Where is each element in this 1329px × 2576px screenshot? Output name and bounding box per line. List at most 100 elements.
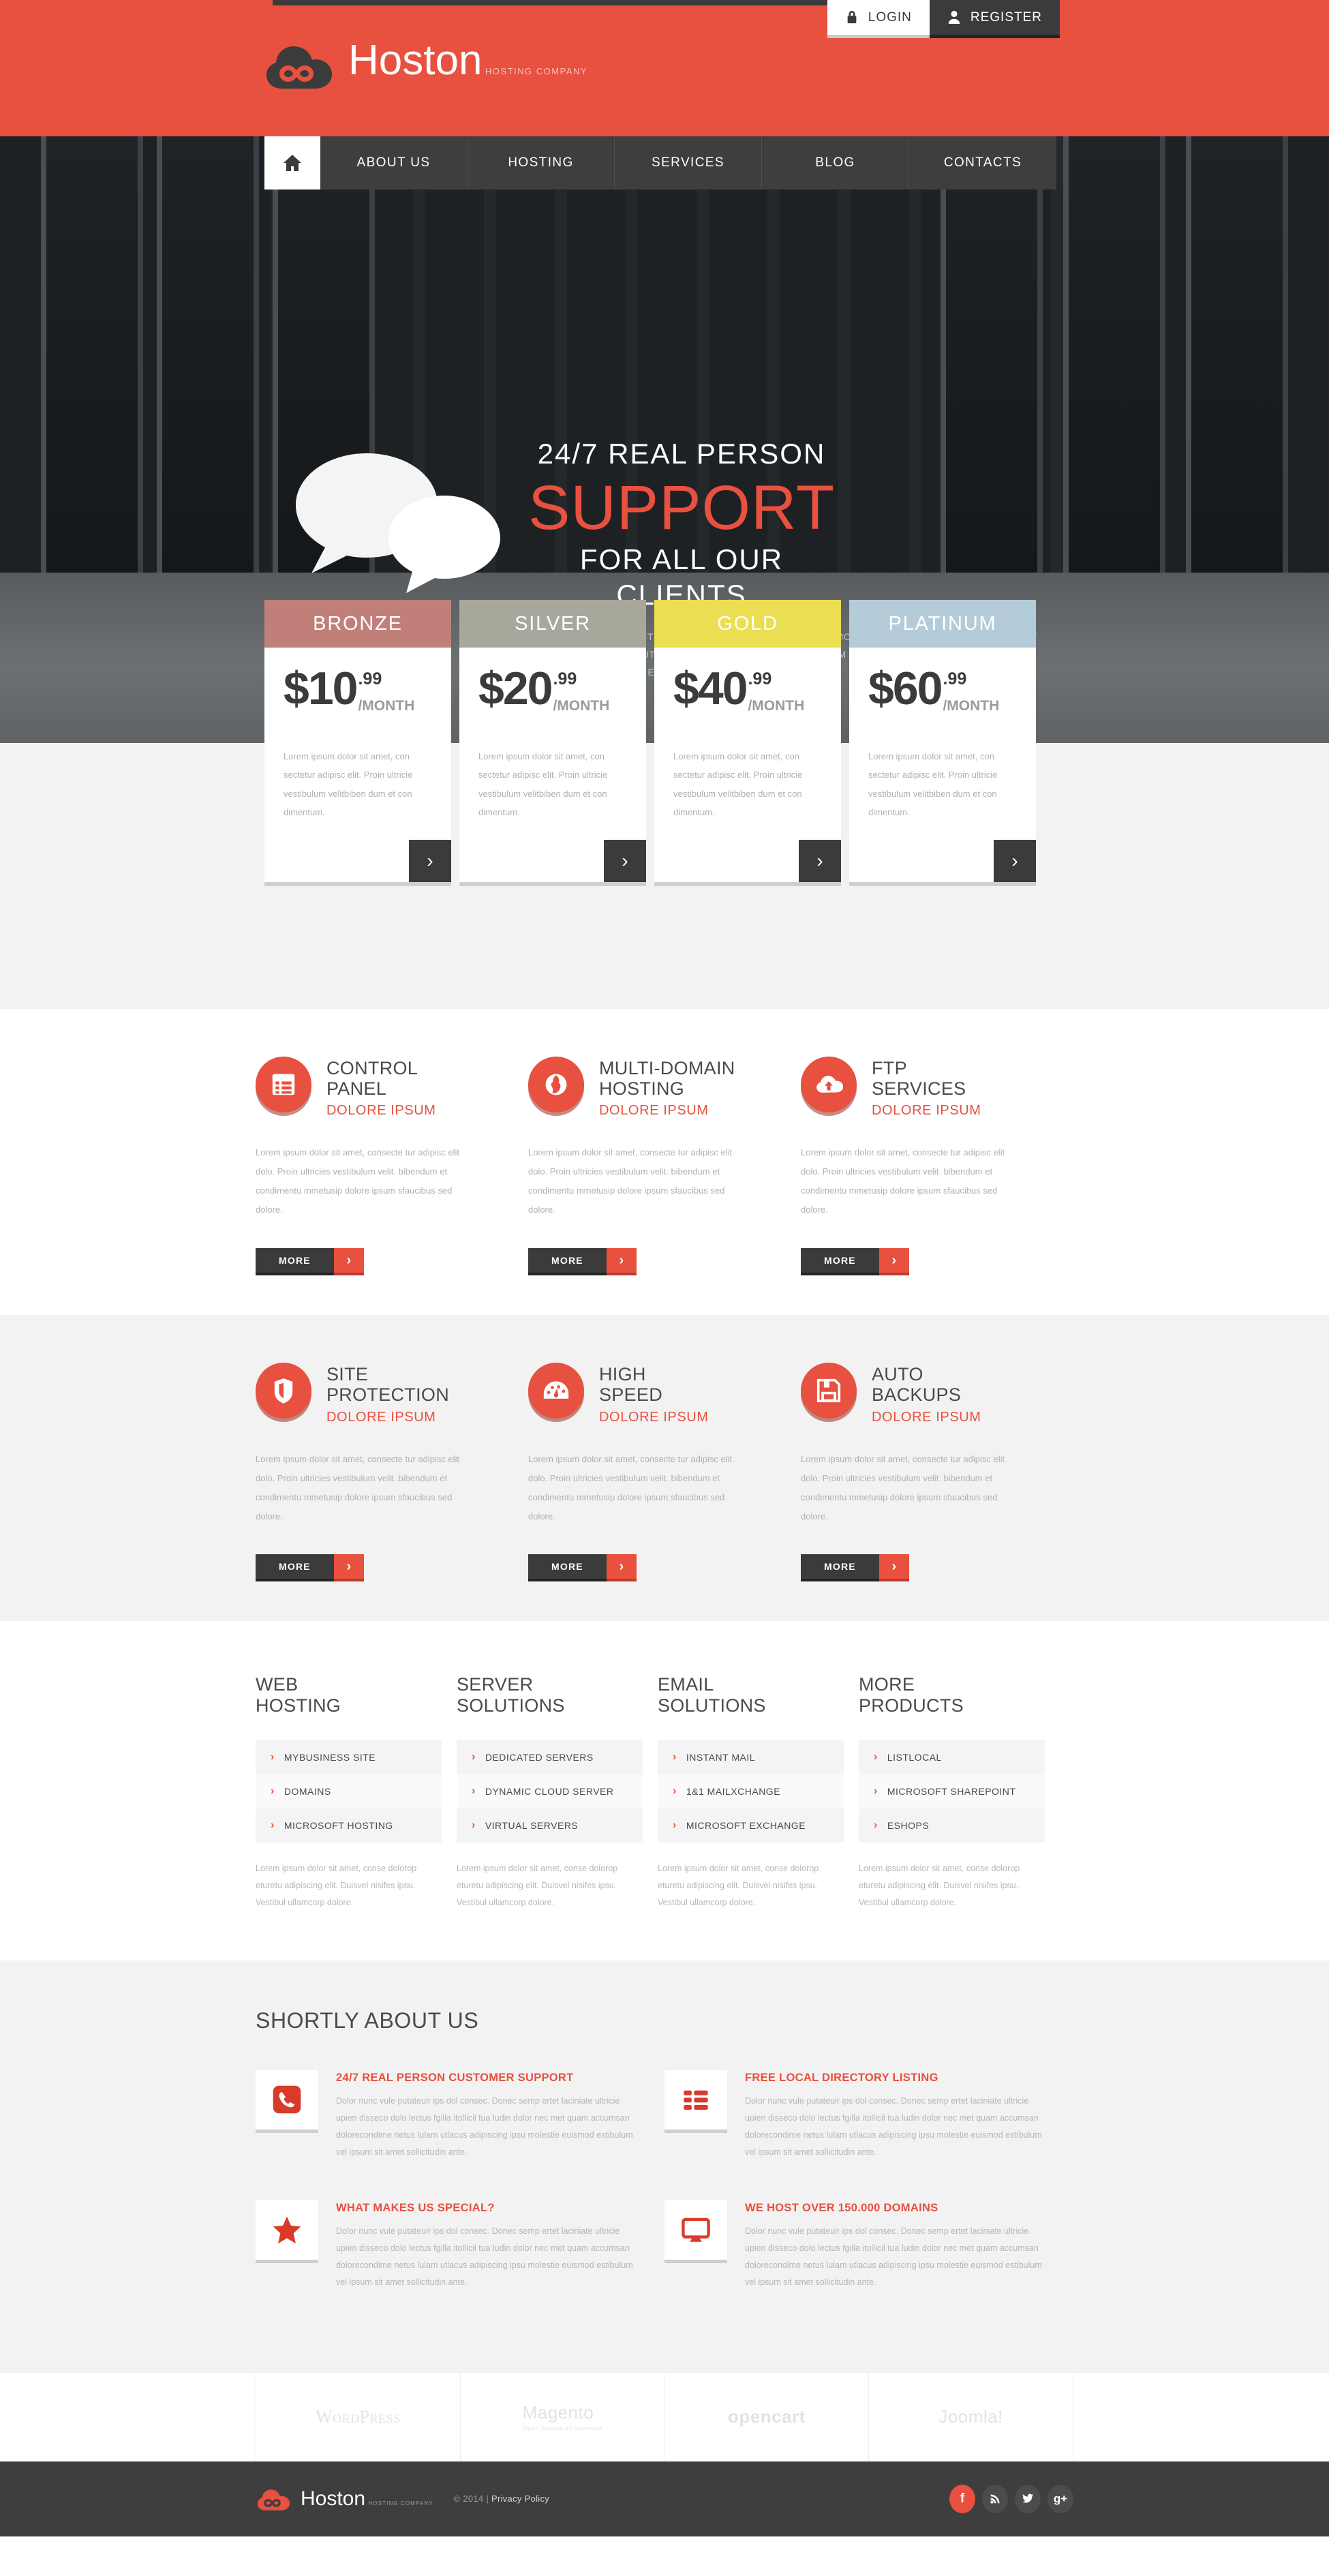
plan-details-button[interactable]: › (409, 840, 451, 882)
nav-label: HOSTING (508, 155, 574, 170)
register-button[interactable]: REGISTER (929, 0, 1060, 38)
link-list: › MYBUSINESS SITE › DOMAINS › MICROSOFT HOS… (256, 1740, 442, 1843)
link-list-item[interactable]: › VIRTUAL SERVERS (457, 1808, 643, 1843)
nav-label: ABOUT US (356, 155, 431, 170)
link-list-item[interactable]: › DEDICATED SERVERS (457, 1740, 643, 1774)
nav-item-about-us[interactable]: ABOUT US (320, 136, 468, 190)
privacy-policy-link[interactable]: Privacy Policy (491, 2494, 549, 2504)
column-text: Lorem ipsum dolor sit amet, conse doloro… (658, 1863, 819, 1907)
more-button[interactable]: MORE › (801, 1248, 909, 1276)
plan-details-button[interactable]: › (799, 840, 841, 882)
link-column-email-solutions: EMAIL SOLUTIONS › INSTANT MAIL › 1&1 MAILXC… (658, 1674, 844, 1911)
link-list-item[interactable]: › DYNAMIC CLOUD SERVER (457, 1774, 643, 1808)
link-column-server-solutions: SERVER SOLUTIONS › DEDICATED SERVERS › DYNA… (457, 1674, 643, 1911)
column-text: Lorem ipsum dolor sit amet, conse doloro… (859, 1863, 1020, 1907)
link-list-item[interactable]: › MYBUSINESS SITE (256, 1740, 442, 1774)
rss-icon[interactable] (982, 2484, 1008, 2513)
plan-price: $10 .99 /MONTH (284, 665, 432, 723)
about-band: SHORTLY ABOUT US 24/7 REAL PERSON CUSTOM… (0, 1960, 1329, 2373)
chevron-right-icon: › (816, 850, 823, 871)
chevron-right-icon: › (1011, 850, 1018, 871)
link-label: DEDICATED SERVERS (485, 1751, 594, 1763)
plan-price: $60 .99 /MONTH (868, 663, 1017, 723)
nav-item-blog[interactable]: BLOG (762, 136, 909, 190)
link-label: MICROSOFT EXCHANGE (686, 1819, 806, 1831)
about-text: Dolor nunc vule putateuir ips dol consec… (336, 2095, 633, 2157)
more-button[interactable]: MORE › (801, 1554, 909, 1582)
service-title-line1: HIGH (599, 1364, 646, 1385)
more-button[interactable]: MORE › (256, 1554, 364, 1582)
link-list-item[interactable]: › ESHOPS (859, 1808, 1045, 1843)
nav-item-home[interactable] (264, 136, 320, 190)
plan-cents: .99 (748, 669, 772, 688)
page-root: LOGIN REGISTER Hoston HOSTING COMPANY AB… (0, 0, 1329, 2536)
more-button[interactable]: MORE › (528, 1248, 637, 1276)
brand-text: Hoston HOSTING COMPANY (348, 40, 588, 82)
brand-tagline: HOSTING COMPANY (485, 66, 588, 76)
partner-magento[interactable]: Magento Open Source eCommerce (461, 2372, 665, 2461)
partners-band: WordPress Magento Open Source eCommerce … (0, 2372, 1329, 2461)
chevron-right-icon: › (271, 1785, 275, 1797)
service-subtitle: DOLORE IPSUM (872, 1103, 981, 1119)
plan-period: /MONTH (748, 698, 805, 714)
link-list-item[interactable]: › INSTANT MAIL (658, 1740, 844, 1774)
plan-body: $60 .99 /MONTH Lorem ipsum dolor sit ame… (849, 648, 1036, 886)
about-heading: FREE LOCAL DIRECTORY LISTING (745, 2071, 938, 2084)
footer-brand-tagline: HOSTING COMPANY (368, 2500, 433, 2506)
link-list-item[interactable]: › MICROSOFT EXCHANGE (658, 1808, 844, 1843)
plan-price: $20 .99 /MONTH (478, 665, 627, 723)
link-list-item[interactable]: › MICROSOFT SHAREPOINT (859, 1774, 1045, 1808)
plan-details-button[interactable]: › (604, 840, 646, 882)
column-title-line2: HOSTING (256, 1695, 341, 1716)
partner-opencart[interactable]: opencart (665, 2372, 870, 2461)
nav-item-hosting[interactable]: HOSTING (468, 136, 615, 190)
chevron-right-icon: › (673, 1819, 677, 1831)
footer-copyright: © 2014 | Privacy Policy (453, 2494, 550, 2504)
chevron-right-icon: › (606, 1554, 637, 1582)
chevron-right-icon: › (879, 1248, 909, 1276)
service-title-line2: HOSTING (599, 1078, 685, 1100)
twitter-icon[interactable] (1015, 2484, 1041, 2513)
facebook-icon[interactable]: f (949, 2484, 975, 2513)
about-item-customer-support: 24/7 REAL PERSON CUSTOMER SUPPORT Dolor … (256, 2070, 664, 2161)
link-list-item[interactable]: › 1&1 MAILXCHANGE (658, 1774, 844, 1808)
link-label: MICROSOFT SHAREPOINT (887, 1785, 1016, 1797)
brand-logo[interactable]: Hoston HOSTING COMPANY (262, 40, 587, 91)
services-row-2: SITE PROTECTION DOLORE IPSUM Lorem ipsum … (256, 1315, 1073, 1621)
chevron-right-icon: › (874, 1785, 878, 1797)
chevron-right-icon: › (271, 1751, 275, 1763)
nav-item-services[interactable]: SERVICES (615, 136, 762, 190)
about-text: Dolor nunc vule putateuir ips dol consec… (745, 2226, 1042, 2287)
login-button[interactable]: LOGIN (827, 0, 930, 38)
service-title-line1: AUTO (872, 1364, 923, 1385)
link-list-item[interactable]: › MICROSOFT HOSTING (256, 1808, 442, 1843)
server-rack (41, 136, 143, 573)
link-label: VIRTUAL SERVERS (485, 1819, 579, 1831)
about-heading: WE HOST OVER 150.000 DOMAINS (745, 2201, 938, 2214)
nav-item-contacts[interactable]: CONTACTS (909, 136, 1056, 190)
link-list: › INSTANT MAIL › 1&1 MAILXCHANGE › MICROSOF… (658, 1740, 844, 1843)
plan-period: /MONTH (943, 698, 1000, 714)
plan-description: Lorem ipsum dolor sit amet, con sectetur… (673, 751, 803, 817)
more-button[interactable]: MORE › (528, 1554, 637, 1582)
server-rack (157, 136, 259, 573)
link-list-item[interactable]: › DOMAINS (256, 1774, 442, 1808)
partner-wordpress[interactable]: WordPress (256, 2372, 461, 2461)
link-list-item[interactable]: › LISTLOCAL (859, 1740, 1045, 1774)
plan-details-button[interactable]: › (994, 840, 1036, 882)
user-icon (947, 9, 962, 27)
monitor-icon (664, 2200, 727, 2263)
link-label: LISTLOCAL (887, 1751, 942, 1763)
partner-joomla[interactable]: Joomla! (869, 2372, 1073, 2461)
link-label: INSTANT MAIL (686, 1751, 755, 1763)
plan-amount: $60 (868, 663, 943, 714)
chevron-right-icon: › (333, 1554, 364, 1582)
column-title-line2: PRODUCTS (859, 1695, 964, 1716)
link-list: › LISTLOCAL › MICROSOFT SHAREPOINT › ESHOPS (859, 1740, 1045, 1843)
control-panel-list-icon (256, 1057, 311, 1112)
more-button-label: MORE (256, 1248, 334, 1276)
globe-icon (528, 1057, 584, 1112)
google-plus-icon[interactable]: g+ (1048, 2484, 1073, 2513)
more-button[interactable]: MORE › (256, 1248, 364, 1276)
plan-price-suffix: .99 /MONTH (358, 668, 414, 714)
